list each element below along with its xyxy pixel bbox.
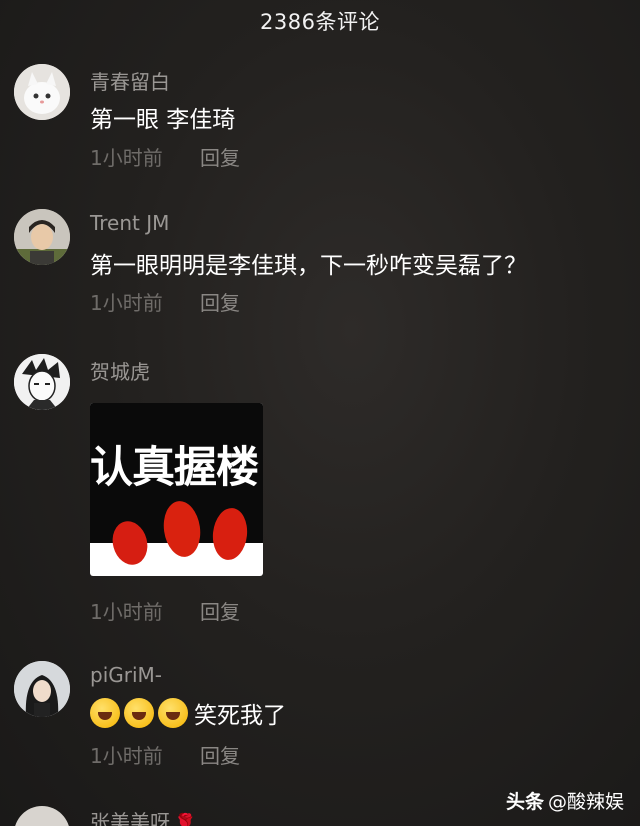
reply-button[interactable]: 回复: [200, 287, 240, 316]
face-with-tears-of-joy-icon: [90, 698, 120, 728]
reply-button[interactable]: 回复: [200, 740, 240, 769]
watermark-handle: @酸辣娱: [547, 791, 624, 813]
comment-username[interactable]: Trent JM: [90, 211, 169, 235]
comment-username[interactable]: 张美美呀 🌹: [90, 806, 196, 826]
comment-username[interactable]: piGriM-: [90, 663, 162, 687]
watermark-brand: 头条: [505, 791, 544, 813]
face-with-tears-of-joy-icon: [158, 698, 188, 728]
comment-text-content: 笑死我了: [194, 703, 286, 729]
comment-time: 1小时前: [90, 291, 163, 315]
avatar-young-man[interactable]: [14, 209, 70, 265]
avatar-anime-character[interactable]: [14, 354, 70, 410]
comment-time: 1小时前: [90, 146, 163, 170]
face-with-tears-of-joy-icon: [124, 698, 154, 728]
comment-username[interactable]: 青春留白: [90, 66, 170, 95]
comment-time: 1小时前: [90, 600, 163, 624]
comments-count-title: 2386条评论: [260, 10, 380, 34]
sticker-image[interactable]: 认真握楼: [90, 403, 263, 576]
avatar-white-cat[interactable]: [14, 64, 70, 120]
avatar-woman[interactable]: [14, 661, 70, 717]
comment-text: 第一眼 李佳琦: [90, 107, 236, 133]
watermark: 头条 @酸辣娱: [506, 787, 624, 814]
comment-username[interactable]: 贺城虎: [90, 356, 150, 385]
comment-meta: 1小时前 回复: [90, 596, 240, 625]
rose-icon: 🌹: [174, 813, 197, 826]
reply-button[interactable]: 回复: [200, 142, 240, 171]
reply-button[interactable]: 回复: [200, 596, 240, 625]
red-fingertips-icon: [112, 501, 248, 565]
comment-meta: 1小时前 回复: [90, 287, 240, 316]
comment-text: 笑死我了: [90, 696, 286, 730]
comment-meta: 1小时前 回复: [90, 142, 240, 171]
comment-username-text: 张美美呀: [90, 810, 170, 826]
avatar-partial[interactable]: [14, 806, 70, 826]
comment-time: 1小时前: [90, 744, 163, 768]
comment-text: 第一眼明明是李佳琪，下一秒咋变吴磊了？: [90, 253, 527, 279]
comment-meta: 1小时前 回复: [90, 740, 240, 769]
